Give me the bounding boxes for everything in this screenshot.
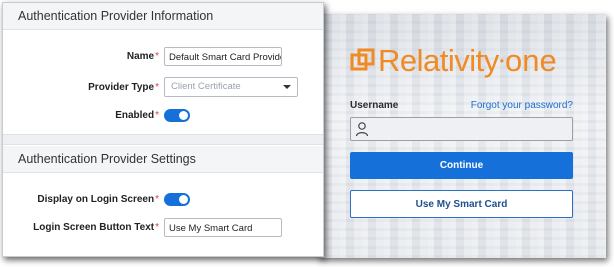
button-text-row: Login Screen Button Text* Use My Smart C… — [3, 217, 323, 237]
button-text-control: Use My Smart Card — [164, 217, 282, 237]
logo-suffix: one — [504, 43, 557, 78]
required-marker: * — [155, 50, 159, 62]
logo-dot: • — [499, 54, 504, 68]
forgot-password-link[interactable]: Forgot your password? — [471, 100, 573, 111]
enabled-row: Enabled* — [3, 105, 323, 125]
name-label: Name* — [126, 50, 159, 62]
user-icon — [355, 122, 369, 137]
display-on-login-row: Display on Login Screen* — [3, 189, 323, 209]
display-on-login-control — [164, 192, 190, 206]
chevron-down-icon — [283, 85, 291, 89]
logo-text: Relativity — [378, 43, 499, 78]
required-marker: * — [155, 193, 159, 205]
relativity-logo-icon — [350, 48, 375, 71]
login-panel: Relativity • one Username Forgot your pass… — [318, 14, 606, 258]
toggle-knob — [179, 194, 188, 204]
display-on-login-label: Display on Login Screen* — [37, 193, 159, 205]
provider-type-select[interactable]: Client Certificate — [164, 77, 298, 97]
toggle-knob — [179, 110, 188, 120]
button-text-label: Login Screen Button Text* — [33, 221, 159, 233]
provider-type-value: Client Certificate — [171, 81, 241, 92]
name-input[interactable]: Default Smart Card Provider — [164, 46, 282, 66]
provider-type-label: Provider Type* — [88, 81, 159, 93]
settings-section-title: Authentication Provider Settings — [18, 152, 196, 166]
username-label: Username — [350, 99, 399, 111]
enabled-label: Enabled* — [115, 109, 159, 121]
info-section-header: Authentication Provider Information — [3, 3, 323, 30]
username-row: Username Forgot your password? — [350, 98, 573, 112]
name-control: Default Smart Card Provider — [164, 46, 282, 66]
username-input[interactable] — [350, 117, 573, 141]
required-marker: * — [155, 109, 159, 121]
required-marker: * — [155, 81, 159, 93]
use-smart-card-button[interactable]: Use My Smart Card — [350, 190, 573, 218]
section-divider — [3, 134, 323, 145]
provider-type-control: Client Certificate — [164, 77, 298, 97]
provider-type-row: Provider Type* Client Certificate — [3, 77, 323, 97]
button-text-input[interactable]: Use My Smart Card — [164, 217, 282, 237]
relativity-logo: Relativity • one — [350, 42, 557, 80]
auth-provider-panel: Authentication Provider Information Name… — [2, 2, 324, 257]
name-row: Name* Default Smart Card Provider — [3, 46, 323, 66]
display-on-login-toggle[interactable] — [164, 192, 190, 206]
login-form: Username Forgot your password? Continue … — [350, 98, 573, 218]
settings-section-header: Authentication Provider Settings — [3, 146, 323, 173]
info-section-title: Authentication Provider Information — [18, 9, 214, 23]
enabled-control — [164, 108, 190, 122]
enabled-toggle[interactable] — [164, 108, 190, 122]
required-marker: * — [155, 221, 159, 233]
continue-button[interactable]: Continue — [350, 152, 573, 179]
